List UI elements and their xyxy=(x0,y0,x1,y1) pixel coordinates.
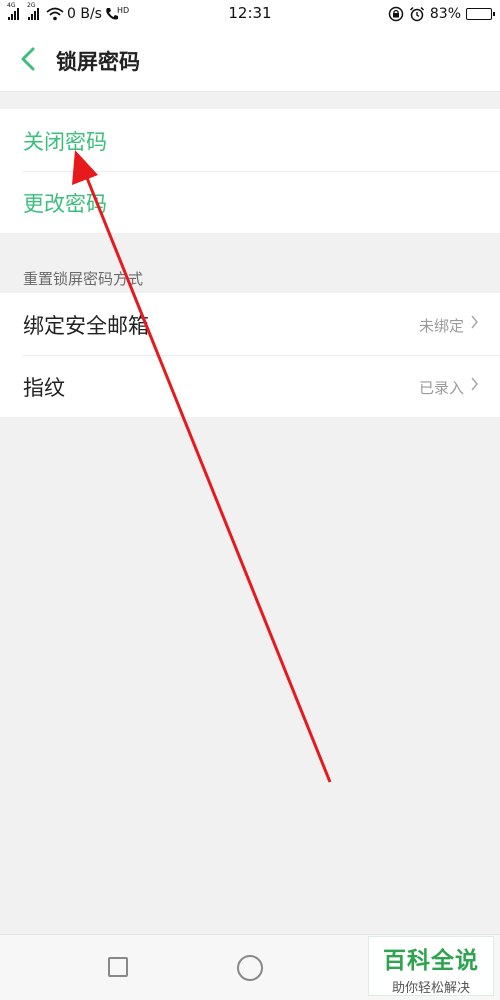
fingerprint-label: 指纹 xyxy=(23,376,65,400)
home-button[interactable] xyxy=(237,955,263,981)
page-title: 锁屏密码 xyxy=(56,50,140,74)
password-options-group: 关闭密码 更改密码 xyxy=(0,109,500,233)
bind-email-label: 绑定安全邮箱 xyxy=(23,314,149,338)
rotation-lock-icon xyxy=(388,6,404,22)
reset-options-group: 绑定安全邮箱 未绑定 指纹 已录入 xyxy=(0,293,500,417)
back-button[interactable] xyxy=(12,42,48,78)
fingerprint-status: 已录入 xyxy=(418,379,464,397)
reset-section-header: 重置锁屏密码方式 xyxy=(23,270,144,288)
watermark-subtitle: 助你轻松解决 xyxy=(391,981,470,996)
battery-icon xyxy=(466,8,495,20)
chevron-right-icon xyxy=(471,315,478,329)
battery-percent: 83% xyxy=(429,6,461,22)
disable-password-label: 关闭密码 xyxy=(23,130,107,154)
alarm-icon xyxy=(409,6,424,22)
app-header: 锁屏密码 xyxy=(0,28,500,92)
change-password-item[interactable]: 更改密码 xyxy=(0,171,500,233)
recent-apps-button[interactable] xyxy=(108,957,128,977)
status-bar: 4G 2G 0 B/s HD 12:31 83% xyxy=(0,0,500,28)
fingerprint-item[interactable]: 指纹 已录入 xyxy=(0,355,500,417)
bind-email-status: 未绑定 xyxy=(418,317,464,335)
bind-email-item[interactable]: 绑定安全邮箱 未绑定 xyxy=(0,293,500,355)
watermark-title: 百科全说 xyxy=(383,948,479,974)
disable-password-item[interactable]: 关闭密码 xyxy=(0,109,500,171)
chevron-right-icon xyxy=(471,377,478,391)
status-right: 83% xyxy=(388,4,495,24)
chevron-left-icon xyxy=(21,47,35,71)
change-password-label: 更改密码 xyxy=(23,192,107,216)
watermark-logo: 百科全说 助你轻松解决 xyxy=(368,936,494,996)
